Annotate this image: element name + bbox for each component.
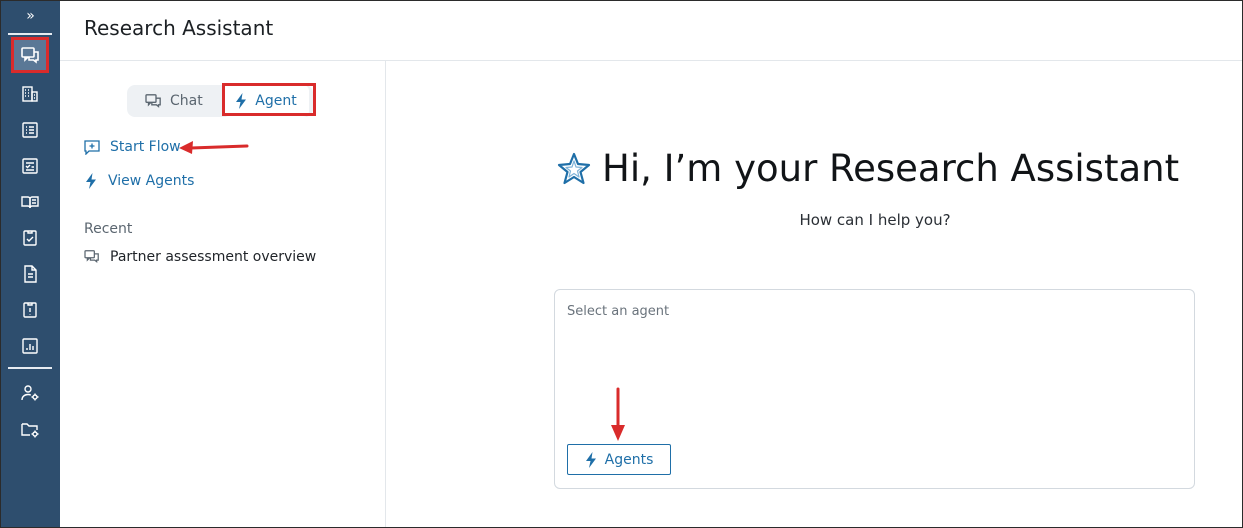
greeting-heading: Hi, I’m your Research Assistant (602, 147, 1180, 190)
report-chart-icon (22, 338, 38, 354)
sparkle-star-icon (557, 152, 591, 184)
rail-item-chat[interactable] (18, 43, 42, 67)
agents-button-label: Agents (604, 451, 654, 468)
page-title: Research Assistant (84, 16, 274, 40)
user-settings-icon (21, 385, 39, 401)
app-window: » Research Assistant Chat Agent Start Fl… (0, 0, 1243, 528)
chat-bubbles-icon (84, 250, 99, 263)
left-rail: » (1, 1, 60, 527)
start-flow-link[interactable]: Start Flow (84, 139, 181, 155)
rail-item-user-settings[interactable] (18, 381, 42, 405)
add-chat-icon (84, 139, 100, 155)
expand-rail-button[interactable]: » (1, 5, 60, 27)
rail-item-list[interactable] (18, 118, 42, 142)
checklist-icon (22, 158, 38, 174)
building-icon (22, 86, 38, 102)
lightning-icon (585, 451, 596, 468)
rail-divider (8, 33, 52, 35)
hero: Hi, I’m your Research Assistant (556, 147, 1179, 190)
agent-tab-annotation (222, 83, 316, 116)
chat-bubbles-icon (21, 47, 39, 64)
main-content: Hi, I’m your Research Assistant How can … (386, 61, 1242, 527)
book-icon (21, 196, 39, 209)
list-item[interactable]: Partner assessment overview (84, 249, 316, 265)
rail-item-folder-settings[interactable] (18, 417, 42, 441)
arrow-annotation (611, 387, 625, 441)
rail-item-documents[interactable] (18, 262, 42, 286)
rail-item-reports[interactable] (18, 334, 42, 358)
rail-item-organizations[interactable] (18, 82, 42, 106)
side-panel: Chat Agent Start Flow View Agents Recent (60, 61, 386, 527)
arrow-annotation (179, 141, 249, 154)
rail-divider (8, 367, 52, 369)
document-icon (24, 265, 37, 283)
rail-item-approvals[interactable] (18, 226, 42, 250)
recent-item-label: Partner assessment overview (110, 249, 317, 265)
rail-item-issues[interactable] (18, 298, 42, 322)
composer[interactable]: Select an agent Agents (554, 289, 1195, 489)
chat-bubbles-icon (145, 93, 161, 108)
rail-item-checklist[interactable] (18, 154, 42, 178)
view-agents-link[interactable]: View Agents (84, 173, 194, 189)
document-check-icon (23, 230, 37, 246)
greeting-subtitle: How can I help you? (799, 211, 951, 229)
recent-heading: Recent (84, 221, 133, 237)
start-flow-label: Start Flow (110, 139, 181, 155)
tab-chat[interactable]: Chat (145, 85, 203, 117)
rail-item-library[interactable] (18, 190, 42, 214)
clipboard-alert-icon (23, 302, 37, 318)
lightning-icon (86, 173, 96, 189)
agents-button[interactable]: Agents (567, 444, 671, 475)
page-header: Research Assistant (60, 1, 1242, 61)
folder-settings-icon (21, 423, 39, 438)
composer-placeholder: Select an agent (567, 304, 670, 319)
list-icon (22, 122, 38, 138)
view-agents-label: View Agents (108, 173, 195, 189)
tab-chat-label: Chat (170, 93, 203, 109)
